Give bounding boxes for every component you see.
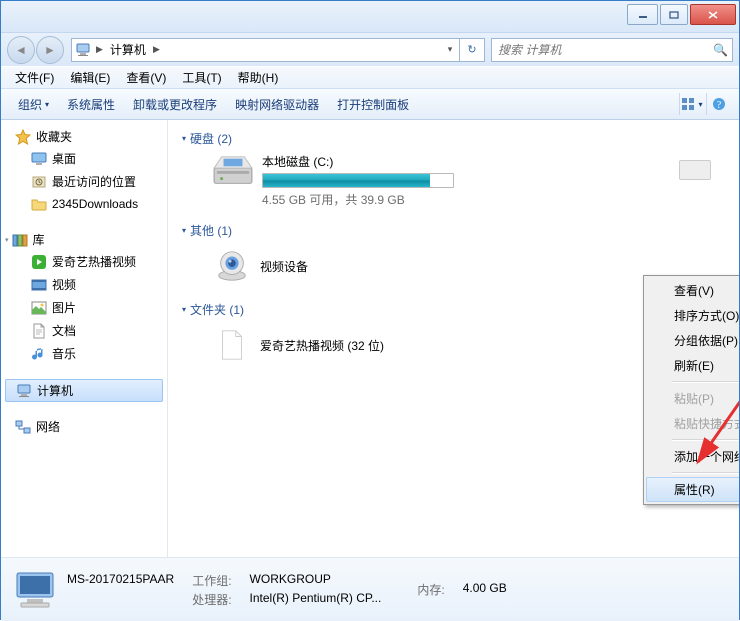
collapse-icon: ▾ — [182, 305, 186, 314]
menu-paste-shortcut: 粘贴快捷方式(S) — [646, 411, 739, 436]
menu-file[interactable]: 文件(F) — [7, 69, 62, 86]
menu-sort[interactable]: 排序方式(O) — [646, 303, 739, 328]
system-properties-button[interactable]: 系统属性 — [58, 89, 124, 119]
maximize-button[interactable] — [660, 4, 688, 25]
refresh-button[interactable]: ↻ — [460, 38, 485, 62]
network-header[interactable]: 网络 — [1, 416, 167, 437]
uninstall-button[interactable]: 卸载或更改程序 — [124, 89, 226, 119]
folder-icon — [31, 196, 47, 212]
drive-free-space: 4.55 GB 可用，共 39.9 GB — [262, 191, 472, 208]
collapse-icon: ▾ — [5, 236, 9, 244]
breadcrumb-arrow[interactable]: ▶ — [150, 44, 163, 55]
group-other[interactable]: ▾其他 (1) — [182, 222, 725, 239]
sidebar: 收藏夹 桌面 最近访问的位置 2345Downloads ▾库 爱奇艺热播视频 … — [1, 120, 168, 557]
sidebar-item-music[interactable]: 音乐 — [1, 342, 167, 365]
search-box[interactable]: 🔍 — [491, 38, 733, 62]
forward-button[interactable]: ► — [36, 36, 64, 64]
menu-group[interactable]: 分组依据(P) — [646, 328, 739, 353]
recent-icon — [31, 174, 47, 190]
svg-text:?: ? — [717, 100, 722, 111]
menu-tools[interactable]: 工具(T) — [174, 69, 229, 86]
item-label: 视频设备 — [260, 258, 308, 275]
separator — [672, 472, 739, 474]
context-menu: 查看(V) 排序方式(O) 分组依据(P) 刷新(E) 粘贴(P) 粘贴快捷方式… — [643, 275, 739, 505]
breadcrumb-computer[interactable]: 计算机 — [106, 39, 150, 61]
menu-add-location[interactable]: 添加一个网络位置(L) — [646, 444, 739, 469]
menu-edit[interactable]: 编辑(E) — [62, 69, 118, 86]
control-panel-button[interactable]: 打开控制面板 — [328, 89, 418, 119]
iqiyi-icon — [31, 254, 47, 270]
titlebar — [1, 1, 739, 32]
toolbar: 组织 系统属性 卸载或更改程序 映射网络驱动器 打开控制面板 ? — [1, 88, 739, 120]
explorer-window: ◄ ► ▶ 计算机 ▶ ▾ ↻ 🔍 文件(F) 编辑(E) 查看(V) 工具(T… — [0, 0, 740, 620]
sidebar-item-desktop[interactable]: 桌面 — [1, 147, 167, 170]
menu-paste: 粘贴(P) — [646, 386, 739, 411]
search-icon: 🔍 — [713, 43, 728, 57]
video-icon — [31, 277, 47, 293]
cpu-label: 处理器: — [192, 591, 231, 608]
memory-label: 内存: — [417, 581, 444, 598]
menu-view[interactable]: 查看(V) — [646, 278, 739, 303]
file-icon — [210, 328, 254, 362]
memory-value: 4.00 GB — [463, 581, 507, 598]
help-icon[interactable]: ? — [706, 93, 731, 115]
workgroup-label: 工作组: — [192, 572, 231, 589]
map-drive-button[interactable]: 映射网络驱动器 — [226, 89, 328, 119]
hdd-icon — [210, 153, 256, 189]
collapse-icon: ▾ — [182, 226, 186, 235]
computer-icon — [16, 383, 32, 399]
desktop-icon — [31, 151, 47, 167]
music-icon — [31, 346, 47, 362]
sidebar-item-downloads[interactable]: 2345Downloads — [1, 193, 167, 215]
back-button[interactable]: ◄ — [7, 36, 35, 64]
group-drives[interactable]: ▾硬盘 (2) — [182, 130, 725, 147]
pictures-icon — [31, 300, 47, 316]
drive-name: 本地磁盘 (C:) — [262, 153, 472, 170]
address-dropdown[interactable]: ▾ — [440, 44, 459, 55]
cpu-value: Intel(R) Pentium(R) CP... — [250, 591, 382, 608]
menu-view[interactable]: 查看(V) — [118, 69, 174, 86]
menu-properties[interactable]: 属性(R) — [646, 477, 739, 502]
computer-icon — [11, 569, 59, 611]
view-options-button[interactable] — [679, 93, 704, 115]
main-view[interactable]: ▾硬盘 (2) 本地磁盘 (C:) 4.55 GB 可用，共 39.9 GB ▾… — [168, 120, 739, 557]
star-icon — [15, 129, 31, 145]
organize-button[interactable]: 组织 — [9, 89, 58, 119]
close-button[interactable] — [690, 4, 736, 25]
search-input[interactable] — [496, 42, 713, 58]
item-label: 爱奇艺热播视频 (32 位) — [260, 337, 384, 354]
minimize-button[interactable] — [627, 4, 658, 25]
address-bar[interactable]: ▶ 计算机 ▶ ▾ — [71, 38, 460, 62]
sidebar-item-documents[interactable]: 文档 — [1, 319, 167, 342]
computer-header[interactable]: 计算机 — [5, 379, 163, 402]
sidebar-item-recent[interactable]: 最近访问的位置 — [1, 170, 167, 193]
menu-refresh[interactable]: 刷新(E) — [646, 353, 739, 378]
drive-c[interactable]: 本地磁盘 (C:) 4.55 GB 可用，共 39.9 GB — [210, 153, 725, 208]
computer-name: MS-20170215PAAR — [67, 572, 174, 589]
separator — [672, 439, 739, 441]
sidebar-item-iqiyi[interactable]: 爱奇艺热播视频 — [1, 250, 167, 273]
navbar: ◄ ► ▶ 计算机 ▶ ▾ ↻ 🔍 — [1, 32, 739, 66]
separator — [672, 381, 739, 383]
dvd-drive-partial[interactable] — [679, 160, 711, 180]
workgroup-value: WORKGROUP — [250, 572, 382, 589]
network-icon — [15, 419, 31, 435]
status-bar: MS-20170215PAAR 工作组: WORKGROUP 处理器: Inte… — [1, 557, 739, 621]
drive-capacity-bar — [262, 173, 454, 188]
collapse-icon: ▾ — [182, 134, 186, 143]
computer-icon — [75, 42, 91, 58]
documents-icon — [31, 323, 47, 339]
sidebar-item-pictures[interactable]: 图片 — [1, 296, 167, 319]
breadcrumb-arrow[interactable]: ▶ — [93, 44, 106, 55]
menubar: 文件(F) 编辑(E) 查看(V) 工具(T) 帮助(H) — [1, 66, 739, 88]
libraries-icon — [12, 232, 28, 248]
favorites-header[interactable]: 收藏夹 — [1, 126, 167, 147]
menu-help[interactable]: 帮助(H) — [230, 69, 287, 86]
libraries-header[interactable]: ▾库 — [1, 229, 167, 250]
webcam-icon — [210, 249, 254, 283]
sidebar-item-videos[interactable]: 视频 — [1, 273, 167, 296]
